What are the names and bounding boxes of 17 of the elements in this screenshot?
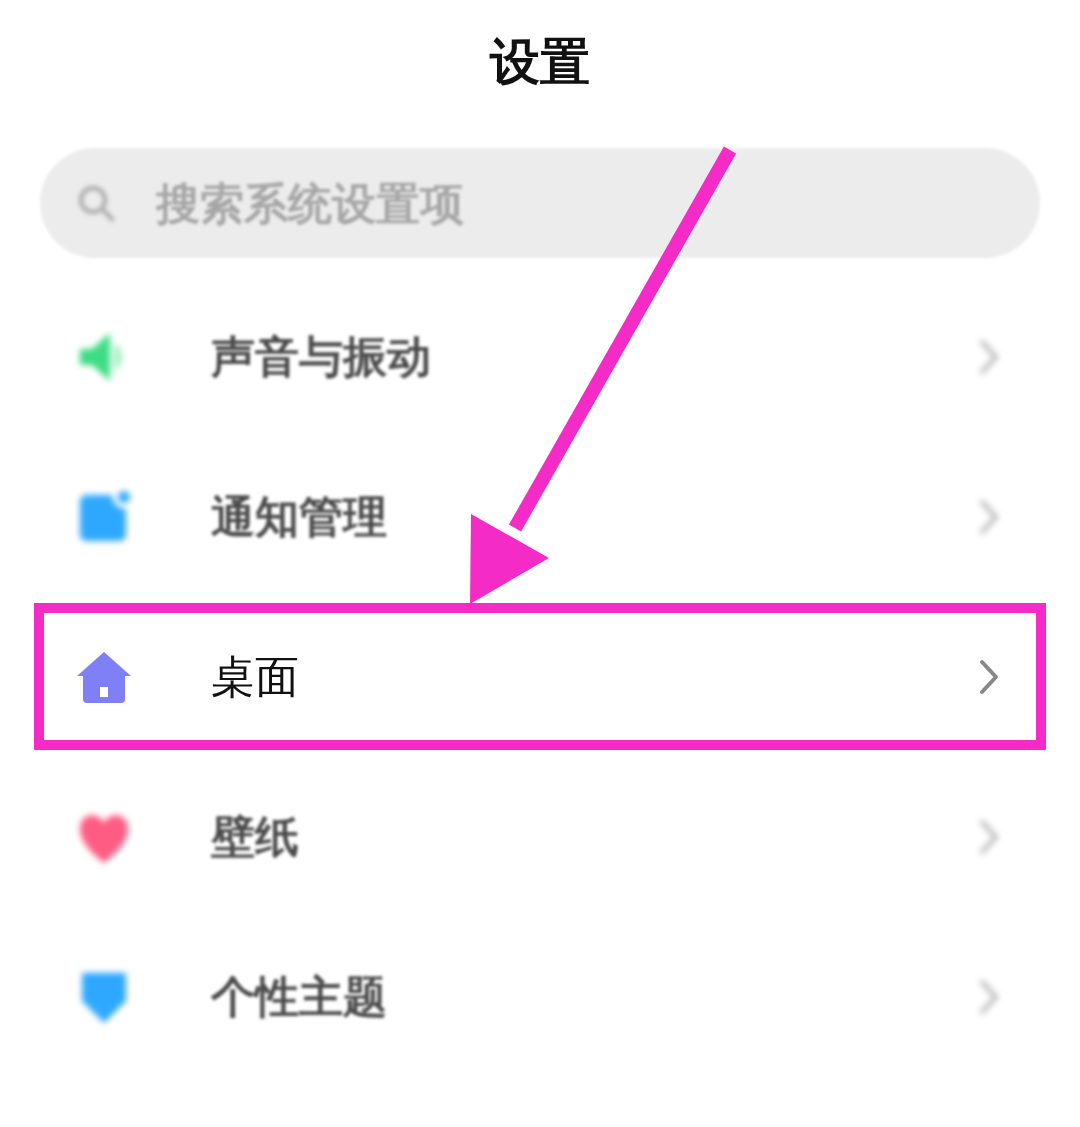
settings-label: 个性主题 bbox=[211, 969, 387, 1024]
settings-row[interactable]: 壁纸 bbox=[34, 763, 1046, 910]
chevron-icon bbox=[978, 337, 1000, 376]
settings-row[interactable]: 通知管理 bbox=[34, 443, 1046, 590]
settings-label: 通知管理 bbox=[211, 489, 387, 544]
settings-label: 声音与振动 bbox=[211, 329, 431, 384]
chevron-icon bbox=[978, 497, 1000, 536]
page-title: 设置 bbox=[490, 32, 590, 93]
chevron-icon bbox=[978, 817, 1000, 856]
settings-row[interactable]: 声音与振动 bbox=[34, 283, 1046, 430]
settings-label: 壁纸 bbox=[211, 809, 299, 864]
search-icon bbox=[76, 183, 116, 223]
settings-row[interactable]: 个性主题 bbox=[34, 923, 1046, 1070]
chevron-icon bbox=[978, 657, 1000, 696]
chevron-icon bbox=[978, 977, 1000, 1016]
settings-row[interactable]: 桌面 bbox=[34, 603, 1046, 750]
settings-label: 桌面 bbox=[211, 649, 299, 704]
